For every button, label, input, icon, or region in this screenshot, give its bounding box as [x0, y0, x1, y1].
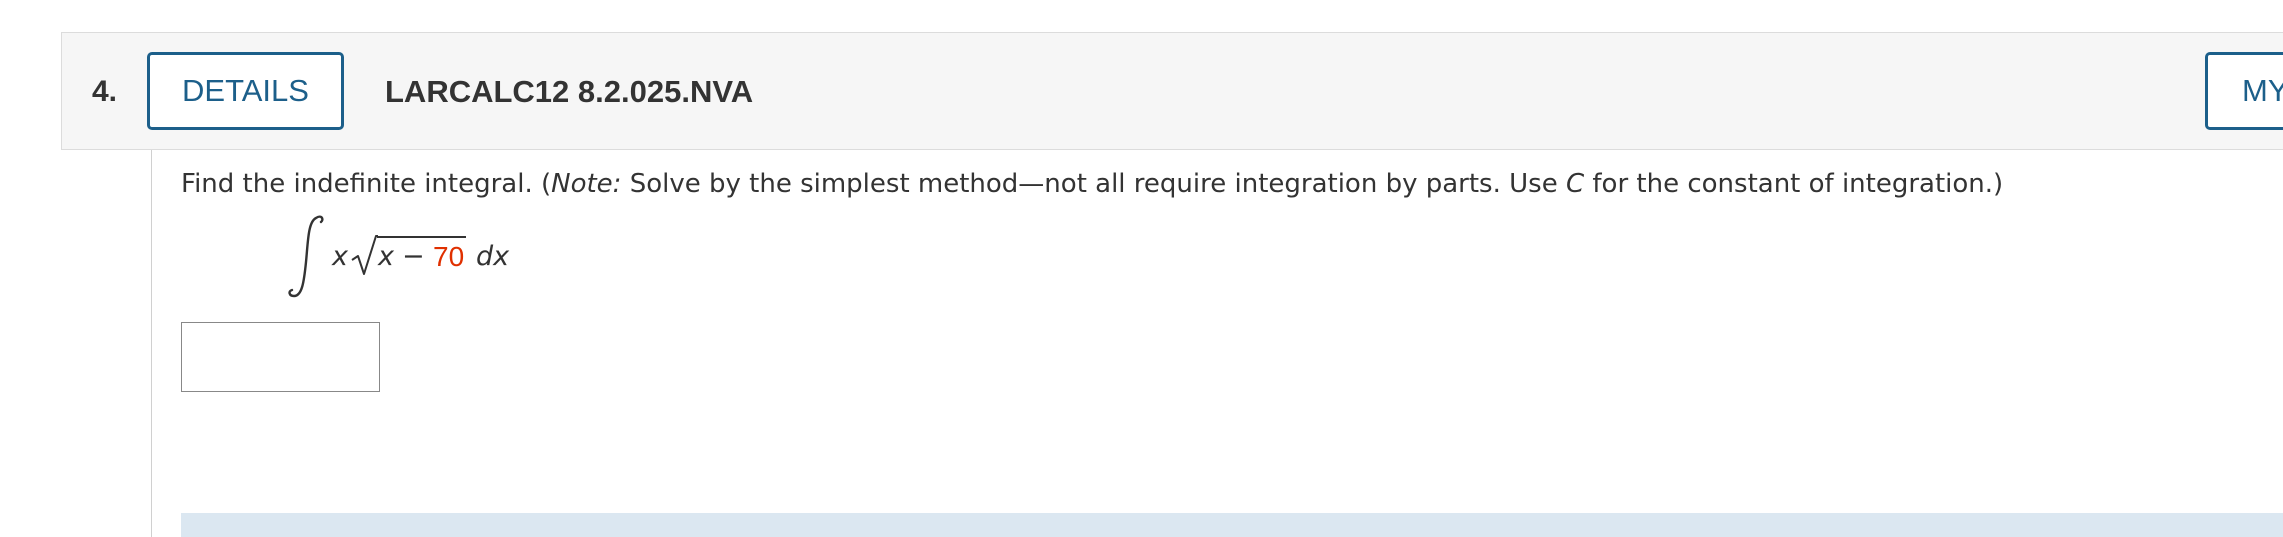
question-prompt: Find the indefinite integral. (Note: Sol…	[181, 167, 2003, 201]
integral-sign	[288, 215, 324, 298]
integrand-factor: x	[332, 241, 348, 272]
info-panel	[181, 513, 2283, 537]
prompt-end: for the constant of integration.)	[1584, 169, 2004, 199]
prompt-intro: Find the indefinite integral. (	[181, 169, 552, 199]
differential: dx	[476, 241, 510, 272]
prompt-note-text: Solve by the simplest method—not all req…	[621, 169, 1566, 199]
radicand-operator: −	[402, 241, 425, 272]
problem-code: LARCALC12 8.2.025.NVA	[385, 74, 754, 109]
question-number: 4.	[92, 75, 118, 108]
radicand-variable: x	[378, 241, 394, 272]
details-button[interactable]: DETAILS	[147, 52, 344, 130]
radical-vinculum	[377, 236, 466, 238]
question-left-border	[151, 150, 152, 537]
my-notes-button[interactable]: MY	[2205, 52, 2283, 130]
radicand-value: 70	[433, 241, 465, 272]
prompt-note-label: Note:	[551, 169, 622, 199]
prompt-constant-symbol: C	[1565, 169, 1585, 199]
answer-input[interactable]	[181, 322, 380, 392]
square-root-icon	[351, 235, 378, 275]
